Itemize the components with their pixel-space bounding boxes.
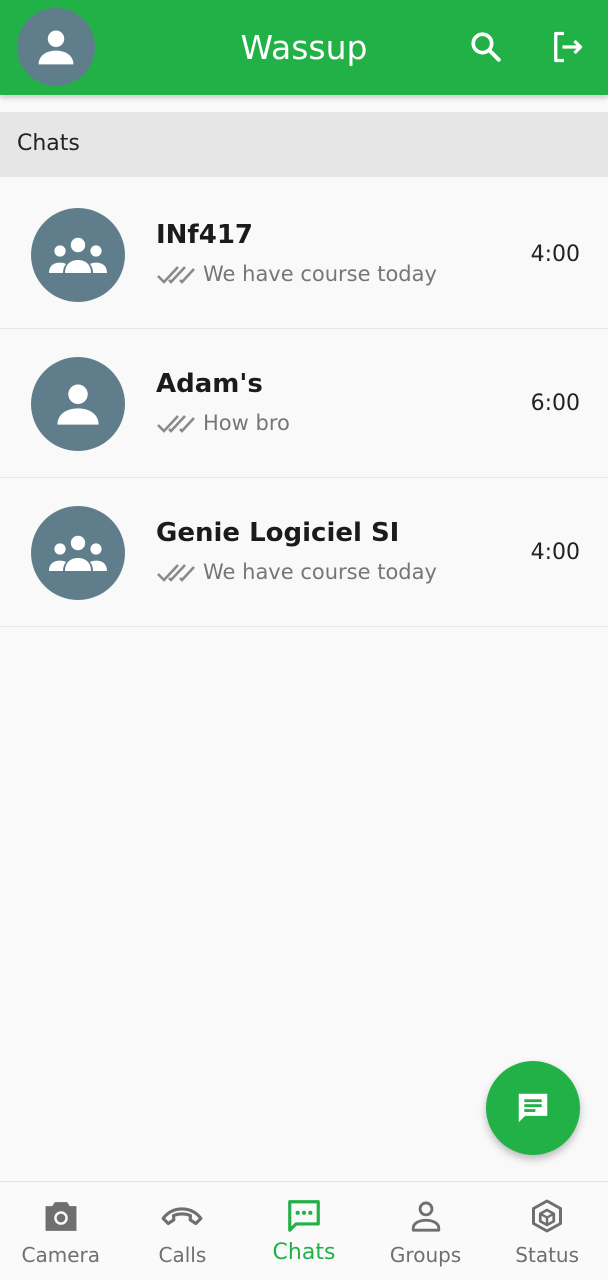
top-app-bar: Wassup [0,0,608,95]
double-check-icon [157,564,195,582]
nav-calls[interactable]: Calls [122,1182,244,1280]
chat-name: Adam's [156,369,263,399]
nav-label: Chats [272,1240,336,1265]
chat-list-item[interactable]: Adam's How bro 6:00 [0,329,608,478]
nav-chats[interactable]: Chats [243,1182,365,1280]
bottom-navigation: Camera Calls Chats Groups Status [0,1181,608,1280]
chat-preview: We have course today [156,262,437,286]
new-message-fab[interactable] [486,1061,580,1155]
chat-time: 4:00 [530,540,580,565]
app-root: Wassup Chats INf417 We have course today… [0,0,608,1280]
chats-section-header: Chats [0,112,608,177]
message-icon [518,1093,548,1123]
search-button[interactable] [466,27,506,67]
section-title: Chats [17,131,80,156]
chat-list-item[interactable]: Genie Logiciel SI We have course today 4… [0,478,608,627]
app-title: Wassup [240,28,368,67]
status-hex-icon [532,1199,563,1233]
chat-name: INf417 [156,220,254,250]
nav-status[interactable]: Status [486,1182,608,1280]
chat-list: INf417 We have course today 4:00 Adam's [0,180,608,627]
chat-avatar [31,357,125,451]
chat-name: Genie Logiciel SI [156,518,400,548]
person-icon [57,384,99,425]
double-check-icon [157,415,195,433]
chat-icon [288,1200,320,1232]
chat-preview: We have course today [156,560,437,584]
chat-list-item[interactable]: INf417 We have course today 4:00 [0,180,608,329]
logout-button[interactable] [547,27,587,67]
nav-label: Status [515,1243,580,1267]
chat-time: 4:00 [530,242,580,267]
nav-label: Camera [21,1243,101,1267]
chat-avatar [31,506,125,600]
group-icon [49,535,107,571]
double-check-icon [157,266,195,284]
camera-icon [45,1202,77,1231]
group-icon [49,237,107,273]
search-icon [471,32,501,62]
person-outline-icon [411,1201,440,1232]
chat-last-message: We have course today [203,262,437,286]
nav-label: Groups [389,1243,462,1267]
phone-icon [161,1207,203,1226]
chat-last-message: How bro [203,411,290,435]
nav-camera[interactable]: Camera [0,1182,122,1280]
logout-icon [554,31,583,63]
nav-label: Calls [158,1243,207,1267]
chat-last-message: We have course today [203,560,437,584]
chat-avatar [31,208,125,302]
chat-preview: How bro [156,411,290,435]
nav-groups[interactable]: Groups [365,1182,487,1280]
chat-time: 6:00 [530,391,580,416]
